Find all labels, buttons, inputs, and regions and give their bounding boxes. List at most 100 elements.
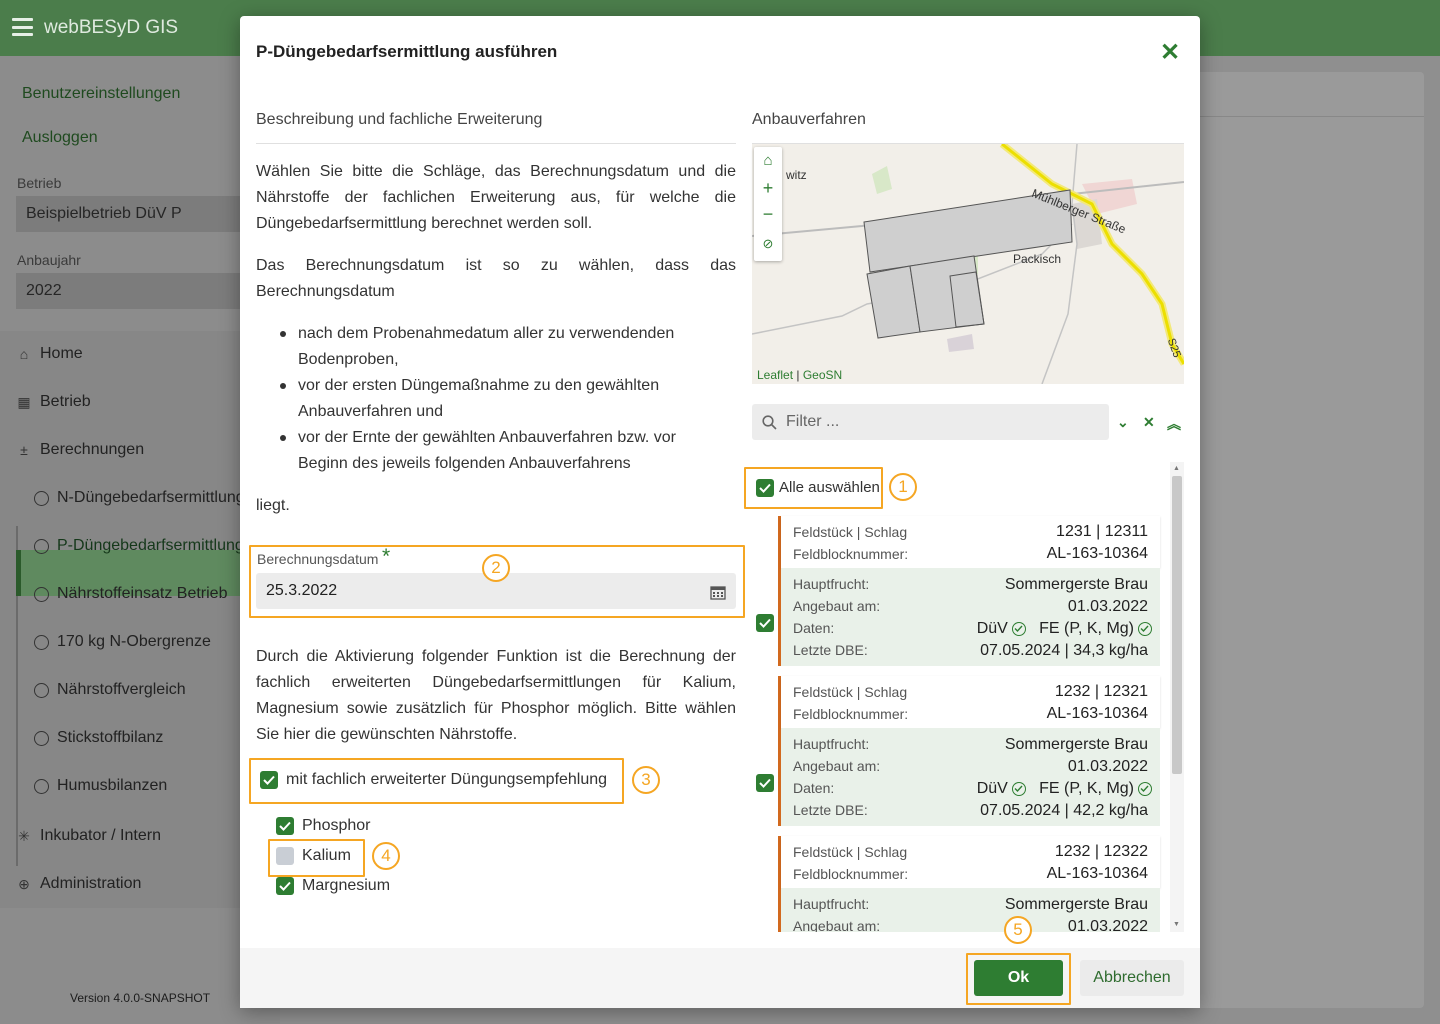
clear-filter-icon[interactable]: ✕ — [1143, 414, 1155, 431]
logout-link[interactable]: Ausloggen — [22, 129, 98, 147]
phosphor-label[interactable]: Phosphor — [302, 817, 371, 835]
farm-label: Betrieb — [17, 175, 62, 191]
visibility-off-icon[interactable]: ⊘ — [756, 232, 780, 256]
nav-sub-label: N-Düngebedarfsermittlung — [57, 489, 245, 506]
farm-select[interactable]: Beispielbetrieb DüV P — [16, 196, 256, 232]
date-rule-text: Das Berechnungsdatum ist so zu wählen, d… — [256, 257, 736, 300]
magnesium-label[interactable]: Margnesium — [302, 877, 390, 895]
collapse-all-icon[interactable]: ︽ — [1167, 414, 1181, 434]
field-label: Feldstück | Schlag — [793, 844, 908, 860]
nav-betrieb-label: Betrieb — [40, 393, 91, 410]
nav-inkubator[interactable]: ✳ Inkubator / Intern — [16, 827, 161, 845]
map-canvas — [752, 144, 1184, 384]
nav-sub-label: Humusbilanzen — [57, 777, 168, 794]
phosphor-checkbox[interactable] — [276, 817, 294, 835]
map-attribution: Leaflet | GeoSN — [757, 368, 842, 382]
home-extent-icon[interactable]: ⌂ — [756, 149, 780, 173]
rule-bullet-text: nach dem Probenahmedatum aller zu verwen… — [298, 325, 675, 368]
nav-sub-170kg[interactable]: 170 kg N-Obergrenze — [34, 633, 211, 651]
nav-sub-p-dbe[interactable]: P-Düngebedarfsermittlung — [34, 537, 244, 555]
fe-text: FE (P, K, Mg) — [1039, 620, 1134, 637]
radio-icon — [34, 778, 49, 794]
filter-input[interactable]: Filter ... — [752, 404, 1109, 440]
scroll-up-icon[interactable]: ▲ — [1173, 465, 1180, 472]
chevron-down-icon[interactable]: ⌄ — [1117, 414, 1129, 431]
map-place-label: witz — [786, 168, 807, 182]
marker-4: 4 — [372, 842, 400, 870]
geosn-link[interactable]: GeoSN — [803, 368, 842, 382]
sidebar: Benutzereinstellungen Ausloggen Betrieb … — [0, 56, 280, 1024]
sown-label: Angebaut am: — [793, 918, 881, 932]
close-icon[interactable]: ✕ — [1160, 41, 1180, 65]
nav-sub-n-dbe[interactable]: N-Düngebedarfsermittlung — [34, 489, 245, 507]
rule-bullet: vor der ersten Düngemaßnahme zu den gewä… — [280, 373, 730, 425]
cultivation-card[interactable]: Feldstück | Schlag 1232 | 12322 Feldbloc… — [778, 836, 1160, 932]
nav-berechnungen-label: Berechnungen — [40, 441, 145, 458]
marker-2: 2 — [482, 554, 510, 582]
nav-sub-label: 170 kg N-Obergrenze — [57, 633, 211, 650]
filter-placeholder: Filter ... — [786, 413, 840, 430]
ok-button[interactable]: Ok — [974, 960, 1063, 996]
data-value: DüV FE (P, K, Mg) — [852, 780, 1152, 798]
radio-icon — [34, 682, 49, 698]
magnesium-checkbox[interactable] — [276, 877, 294, 895]
rule-bullet: vor der Ernte der gewählten Anbauverfahr… — [280, 425, 730, 477]
cultivation-card[interactable]: Feldstück | Schlag 1231 | 12311 Feldbloc… — [778, 516, 1160, 666]
nav-sub-label: P-Düngebedarfsermittlung — [57, 537, 244, 554]
duev-text: DüV — [976, 780, 1008, 797]
field-block-value: AL-163-10364 — [1046, 545, 1148, 562]
card-body: Hauptfrucht: Sommergerste Brau Angebaut … — [781, 888, 1160, 932]
fe-text: FE (P, K, Mg) — [1039, 780, 1134, 797]
last-dbe-value: 07.05.2024 | 42,2 kg/ha — [980, 802, 1148, 819]
field-label: Feldstück | Schlag — [793, 684, 908, 700]
crop-value: Sommergerste Brau — [1004, 896, 1148, 913]
version-text: Version 4.0.0-SNAPSHOT — [70, 991, 211, 1005]
nav-administration-label: Administration — [40, 875, 142, 892]
plus-circle-icon: ⊕ — [18, 875, 30, 892]
crop-label: Hauptfrucht: — [793, 576, 870, 592]
card-checkbox[interactable] — [756, 774, 774, 792]
crop-label: Hauptfrucht: — [793, 896, 870, 912]
zoom-out-button[interactable]: − — [756, 202, 780, 226]
nav-berechnungen[interactable]: ± Berechnungen — [16, 441, 144, 459]
field-value: 1232 | 12322 — [1054, 843, 1148, 860]
card-header: Feldstück | Schlag 1232 | 12322 Feldbloc… — [781, 836, 1160, 888]
nav-betrieb[interactable]: ▦ Betrieb — [16, 393, 91, 411]
duev-text: DüV — [976, 620, 1008, 637]
kalium-label[interactable]: Kalium — [302, 847, 351, 865]
scrollbar-thumb[interactable] — [1172, 476, 1182, 774]
marker-5: 5 — [1004, 916, 1032, 944]
year-select[interactable]: 2022 — [16, 273, 256, 309]
last-dbe-value: 07.05.2024 | 34,3 kg/ha — [980, 642, 1148, 659]
card-checkbox[interactable] — [756, 614, 774, 632]
calendar-icon[interactable] — [710, 584, 726, 600]
zoom-in-button[interactable]: + — [756, 176, 780, 200]
field-label: Feldstück | Schlag — [793, 524, 908, 540]
scroll-down-icon[interactable]: ▼ — [1173, 921, 1180, 928]
nav-sub-humusbilanzen[interactable]: Humusbilanzen — [34, 777, 167, 795]
cultivation-card[interactable]: Feldstück | Schlag 1232 | 12321 Feldbloc… — [778, 676, 1160, 826]
nav-sub-label: Nährstoffvergleich — [57, 681, 186, 698]
rule-bullet-text: vor der Ernte der gewählten Anbauverfahr… — [298, 429, 676, 472]
user-settings-link[interactable]: Benutzereinstellungen — [22, 85, 180, 103]
radio-icon — [34, 634, 49, 650]
nav-administration[interactable]: ⊕ Administration — [16, 875, 141, 893]
card-body: Hauptfrucht: Sommergerste Brau Angebaut … — [781, 568, 1160, 666]
field-map[interactable]: Packisch witz Mühlberger Straße S25 — [752, 144, 1184, 384]
menu-icon[interactable] — [12, 18, 33, 36]
extended-recommendation-checkbox[interactable] — [260, 771, 278, 789]
cancel-button[interactable]: Abbrechen — [1080, 960, 1184, 996]
nav-sub-naehrstoffeinsatz[interactable]: Nährstoffeinsatz Betrieb — [34, 585, 227, 603]
attr-separator: | — [793, 368, 803, 382]
nav-home[interactable]: ⌂ Home — [16, 345, 83, 363]
dialog-title: P-Düngebedarfsermittlung ausführen — [256, 42, 558, 61]
kalium-checkbox[interactable] — [276, 847, 294, 865]
nav-sub-naehrstoffvergleich[interactable]: Nährstoffvergleich — [34, 681, 186, 699]
leaflet-link[interactable]: Leaflet — [757, 368, 793, 382]
nav-sub-stickstoffbilanz[interactable]: Stickstoffbilanz — [34, 729, 163, 747]
data-label: Daten: — [793, 620, 835, 636]
field-block-value: AL-163-10364 — [1046, 705, 1148, 722]
extended-recommendation-label[interactable]: mit fachlich erweiterter Düngungsempfehl… — [286, 771, 607, 789]
field-block-label: Feldblocknummer: — [793, 866, 909, 882]
marker-3: 3 — [632, 766, 660, 794]
